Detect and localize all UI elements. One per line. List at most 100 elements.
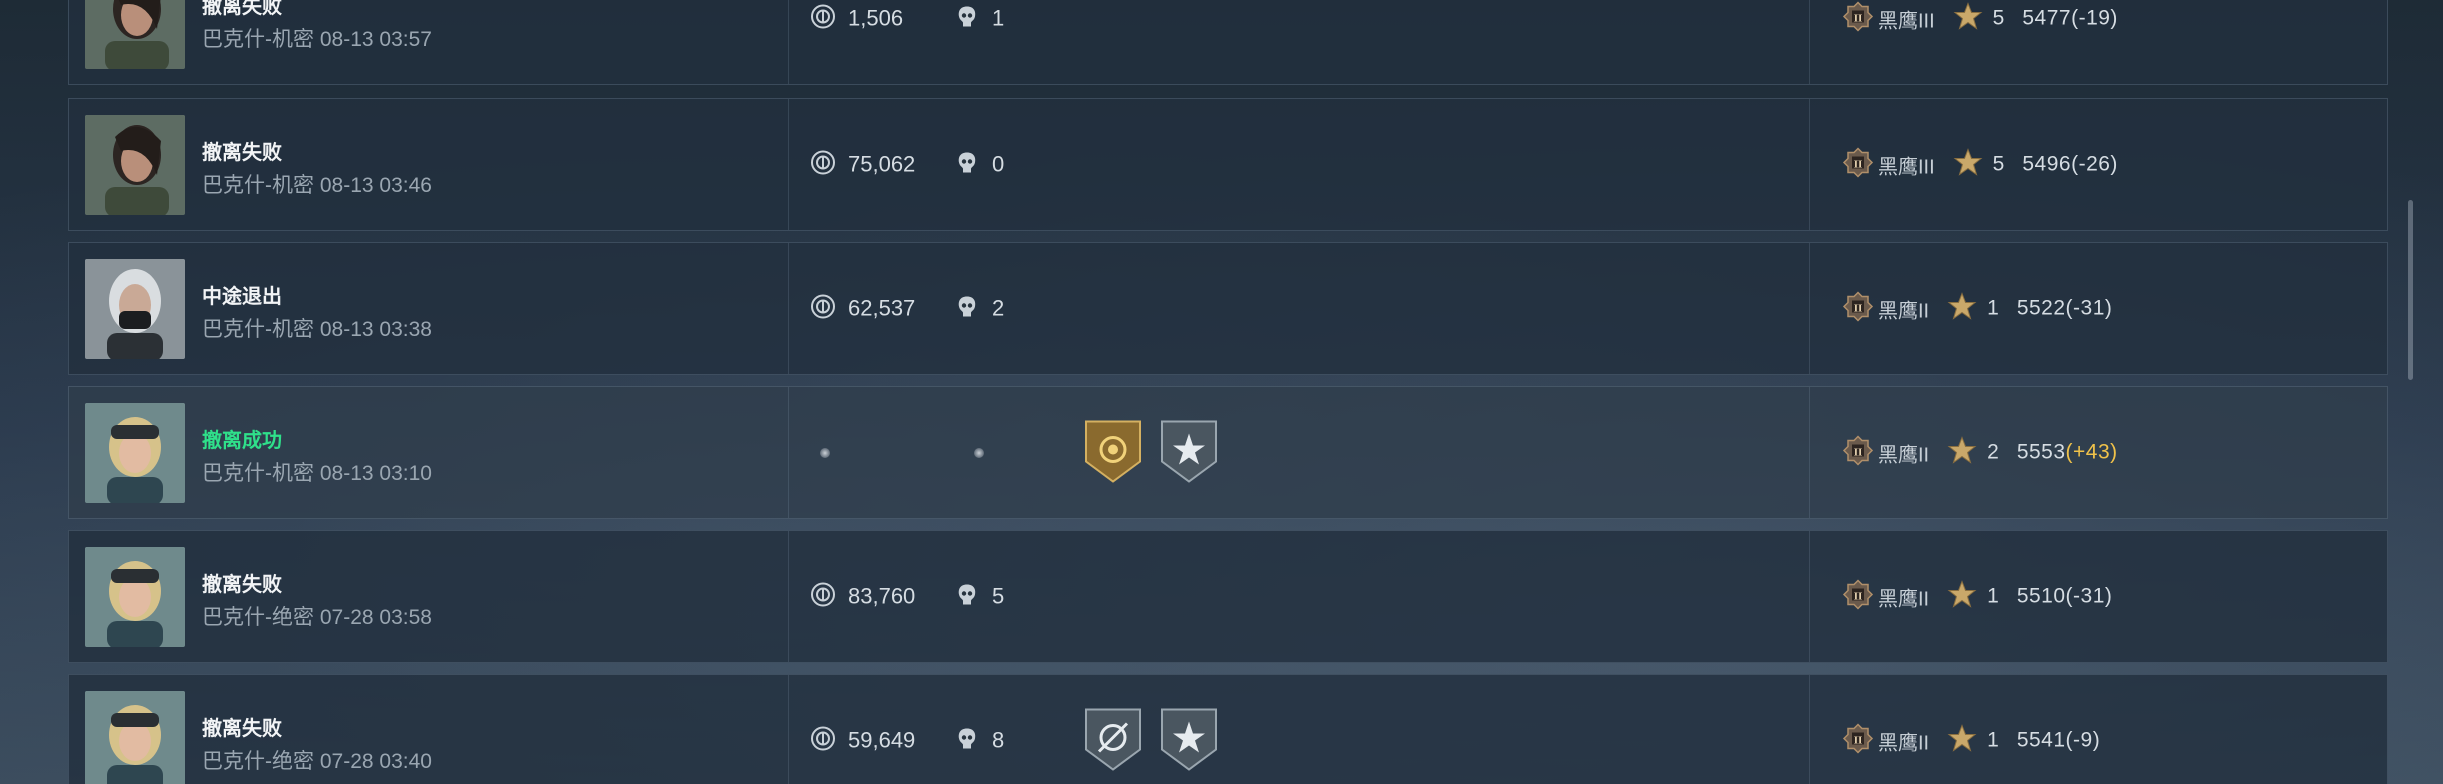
extraction-status: 中途退出: [202, 286, 282, 308]
column-divider: [788, 0, 789, 84]
column-divider: [788, 531, 789, 662]
match-history-page: 撤离失败 巴克什-机密 08-13 03:57 1,506 1 II 黑鹰III…: [0, 0, 2443, 784]
coin-icon: [810, 3, 848, 34]
score-value: 5477: [2022, 6, 2072, 30]
match-time: 08-13 03:10: [319, 462, 432, 485]
match-record-row[interactable]: 中途退出 巴克什-机密 08-13 03:38 62,537 2 II 黑鹰II…: [68, 242, 2388, 375]
hidden-kill-dot: [974, 447, 984, 458]
match-record-row[interactable]: 撤离失败 巴克什-机密 08-13 03:46 75,062 0 II 黑鹰II…: [68, 98, 2388, 231]
score-delta: (+43): [2065, 440, 2118, 464]
scrollbar-thumb[interactable]: [2408, 200, 2413, 380]
rank-info: II 黑鹰II 2 5553(+43): [1842, 434, 2118, 471]
rank-emblem-icon: II: [1842, 578, 1878, 615]
rank-emblem-icon: II: [1842, 0, 1878, 37]
rank-name: 黑鹰II: [1878, 300, 1930, 322]
star-icon: [1947, 723, 1987, 758]
achievement-badges: [1084, 705, 1218, 776]
column-divider: [1809, 531, 1810, 662]
rank-score: 5541(-9): [2017, 729, 2100, 753]
rank-emblem-icon: II: [1842, 434, 1878, 471]
rank-name: 黑鹰III: [1878, 10, 1935, 32]
operator-avatar: [85, 259, 185, 359]
column-divider: [1809, 243, 1810, 374]
loot-value: 59,649: [810, 725, 915, 756]
coin-icon: [810, 581, 848, 612]
kill-count-text: 8: [992, 727, 1005, 753]
map-and-time: 巴克什-机密 08-13 03:57: [202, 23, 432, 53]
score-value: 5510: [2016, 584, 2066, 608]
match-record-row[interactable]: 撤离失败 巴克什-绝密 07-28 03:40 59,649 8 II 黑鹰II…: [68, 674, 2388, 784]
loot-value: 75,062: [810, 149, 915, 180]
map-name: 巴克什-机密: [202, 174, 314, 197]
loot-value-text: 62,537: [848, 295, 916, 321]
skull-icon: [954, 725, 992, 756]
map-and-time: 巴克什-机密 08-13 03:10: [202, 457, 432, 487]
gray-crosshair-badge-icon[interactable]: [1084, 705, 1142, 776]
kill-count-text: 2: [992, 295, 1005, 321]
match-time: 07-28 03:58: [319, 606, 432, 629]
rank-name: 黑鹰III: [1878, 156, 1935, 178]
svg-text:II: II: [1854, 734, 1863, 746]
loot-value: 83,760: [810, 581, 915, 612]
kill-count: 1: [954, 3, 1004, 34]
kill-count-text: 0: [992, 151, 1005, 177]
star-count: 5: [1992, 6, 2005, 30]
star-icon: [1947, 291, 1987, 326]
skull-icon: [954, 3, 992, 34]
hidden-value-dot: [820, 447, 830, 458]
star-count: 1: [1987, 584, 1999, 608]
gold-coin-badge-icon[interactable]: [1084, 417, 1142, 488]
rank-emblem-icon: II: [1842, 146, 1878, 183]
kill-count-text: 1: [992, 5, 1005, 31]
match-record-row[interactable]: 撤离成功 巴克什-机密 08-13 03:10 II 黑鹰II 2 5553(+…: [68, 386, 2388, 519]
achievement-badges: [1084, 417, 1218, 488]
rank-name: 黑鹰II: [1878, 588, 1930, 610]
extraction-status: 撤离失败: [202, 142, 282, 164]
rank-score: 5553(+43): [2017, 441, 2118, 465]
rank-name: 黑鹰II: [1878, 732, 1930, 754]
map-name: 巴克什-机密: [202, 28, 314, 51]
loot-value: 62,537: [810, 293, 915, 324]
star-count: 5: [1992, 152, 2005, 176]
star-count: 1: [1987, 728, 1999, 752]
rank-score: 5510(-31): [2017, 585, 2113, 609]
gray-star-badge-icon[interactable]: [1160, 417, 1218, 488]
column-divider: [788, 675, 789, 784]
score-delta: (-31): [2065, 296, 2113, 320]
map-name: 巴克什-绝密: [202, 750, 314, 773]
gray-star-badge-icon[interactable]: [1160, 705, 1218, 776]
operator-avatar: [85, 691, 185, 784]
star-count: 1: [1987, 296, 1999, 320]
match-time: 07-28 03:40: [319, 750, 432, 773]
svg-text:II: II: [1854, 12, 1863, 24]
coin-icon: [810, 149, 848, 180]
rank-info: II 黑鹰III 5 5496(-26): [1842, 146, 2118, 183]
match-record-row[interactable]: 撤离失败 巴克什-绝密 07-28 03:58 83,760 5 II 黑鹰II…: [68, 530, 2388, 663]
star-icon: [1953, 147, 1993, 182]
svg-text:II: II: [1854, 590, 1863, 602]
kill-count-text: 5: [992, 583, 1005, 609]
match-time: 08-13 03:38: [319, 318, 432, 341]
star-icon: [1947, 579, 1987, 614]
rank-info: II 黑鹰II 1 5541(-9): [1842, 722, 2100, 759]
map-and-time: 巴克什-机密 08-13 03:38: [202, 313, 432, 343]
rank-info: II 黑鹰II 1 5522(-31): [1842, 290, 2112, 327]
column-divider: [788, 387, 789, 518]
match-record-row[interactable]: 撤离失败 巴克什-机密 08-13 03:57 1,506 1 II 黑鹰III…: [68, 0, 2388, 85]
score-delta: (-19): [2071, 6, 2118, 30]
loot-value-text: 75,062: [848, 151, 916, 177]
score-value: 5553: [2016, 440, 2066, 464]
skull-icon: [954, 293, 992, 324]
rank-info: II 黑鹰III 5 5477(-19): [1842, 0, 2118, 37]
kill-count: 5: [954, 581, 1004, 612]
map-and-time: 巴克什-绝密 07-28 03:40: [202, 745, 432, 775]
map-name: 巴克什-机密: [202, 462, 314, 485]
skull-icon: [954, 149, 992, 180]
star-icon: [1947, 435, 1987, 470]
column-divider: [1809, 387, 1810, 518]
rank-emblem-icon: II: [1842, 290, 1878, 327]
svg-text:II: II: [1854, 158, 1863, 170]
score-value: 5541: [2016, 728, 2066, 752]
coin-icon: [810, 725, 848, 756]
match-time: 08-13 03:57: [319, 28, 432, 51]
